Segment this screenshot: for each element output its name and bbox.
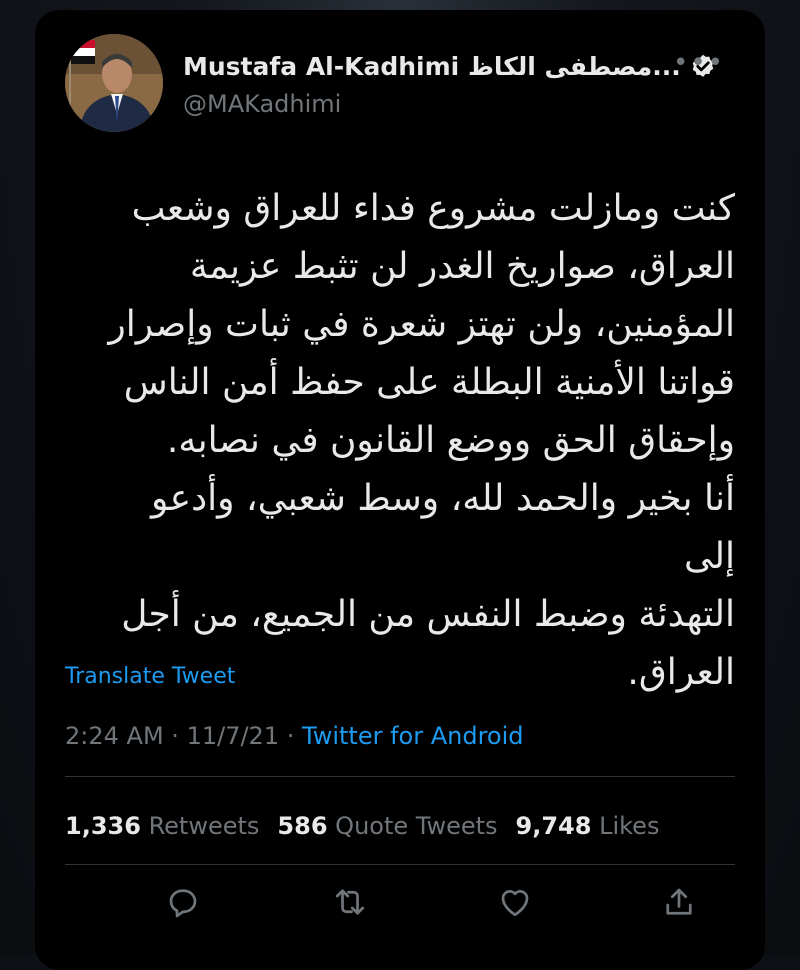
- retweets-label: Retweets: [149, 812, 260, 840]
- divider: [65, 776, 735, 777]
- divider: [65, 864, 735, 865]
- meta-separator: ·: [171, 722, 179, 750]
- author-name-row[interactable]: Mustafa Al-Kadhimi مصطفى الكاظ...: [183, 52, 717, 81]
- tweet-date[interactable]: 11/7/21: [187, 722, 280, 750]
- reply-button[interactable]: [161, 880, 205, 924]
- tweet-stats: 1,336 Retweets 586 Quote Tweets 9,748 Li…: [65, 812, 659, 840]
- meta-separator: ·: [287, 722, 295, 750]
- quotes-label: Quote Tweets: [335, 812, 497, 840]
- like-icon: [497, 884, 533, 920]
- translate-tweet-link[interactable]: Translate Tweet: [65, 664, 235, 689]
- tweet-time[interactable]: 2:24 AM: [65, 722, 164, 750]
- avatar-photo: [65, 34, 163, 132]
- author-display-name[interactable]: Mustafa Al-Kadhimi مصطفى الكاظ...: [183, 52, 681, 81]
- likes-label: Likes: [599, 812, 659, 840]
- retweets-stat[interactable]: 1,336 Retweets: [65, 812, 259, 840]
- more-options-icon[interactable]: •••: [673, 50, 725, 76]
- quotes-count: 586: [277, 812, 327, 840]
- likes-stat[interactable]: 9,748 Likes: [516, 812, 660, 840]
- avatar[interactable]: [65, 34, 163, 132]
- tweet-meta: 2:24 AM · 11/7/21 · Twitter for Android: [65, 722, 524, 750]
- likes-count: 9,748: [516, 812, 592, 840]
- author-handle[interactable]: @MAKadhimi: [183, 90, 341, 118]
- quote-tweets-stat[interactable]: 586 Quote Tweets: [277, 812, 497, 840]
- retweet-button[interactable]: [328, 880, 372, 924]
- tweet-card: Mustafa Al-Kadhimi مصطفى الكاظ... ••• @M…: [35, 10, 765, 970]
- share-button[interactable]: [657, 880, 701, 924]
- retweet-icon: [332, 884, 368, 920]
- tweet-actions: [65, 880, 735, 940]
- tweet-source-link[interactable]: Twitter for Android: [302, 722, 523, 750]
- reply-icon: [165, 884, 201, 920]
- retweets-count: 1,336: [65, 812, 141, 840]
- tweet-text: كنت ومازلت مشروع فداء للعراق وشعب العراق…: [95, 180, 735, 702]
- share-icon: [661, 884, 697, 920]
- like-button[interactable]: [493, 880, 537, 924]
